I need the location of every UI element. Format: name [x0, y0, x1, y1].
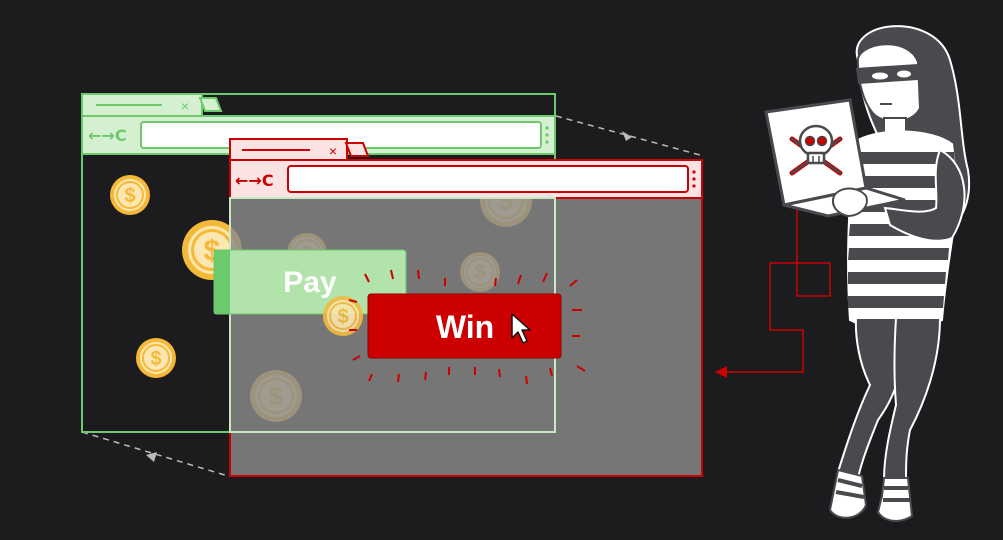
diagram-canvas: $ × ←→C [81, 25, 971, 522]
attacker-address-bar[interactable] [287, 165, 689, 193]
hacker-legs [836, 317, 942, 481]
clickjacking-illustration: $ × ←→C [0, 0, 1003, 540]
legit-menu-icon[interactable] [545, 126, 549, 144]
attacker-menu-icon[interactable] [692, 170, 696, 188]
attacker-nav-icons[interactable]: ←→C [235, 171, 274, 190]
attacker-new-tab-icon[interactable] [344, 142, 370, 157]
win-button-label: Win [436, 309, 494, 345]
hacker-shoes [828, 468, 914, 522]
pay-button-label: Pay [283, 266, 337, 299]
legit-nav-icons[interactable]: ←→C [88, 126, 127, 145]
coin-icon [135, 337, 177, 379]
attacker-tab-close-icon[interactable]: × [329, 143, 337, 159]
connector-arrow-bottom [146, 452, 157, 462]
coin-icon [109, 174, 151, 216]
attack-connection-line [716, 210, 831, 373]
win-button[interactable]: Win [367, 293, 562, 359]
legit-tab-close-icon[interactable]: × [181, 98, 189, 114]
attack-arrow-head [715, 366, 727, 378]
hacker-hand [832, 187, 868, 218]
